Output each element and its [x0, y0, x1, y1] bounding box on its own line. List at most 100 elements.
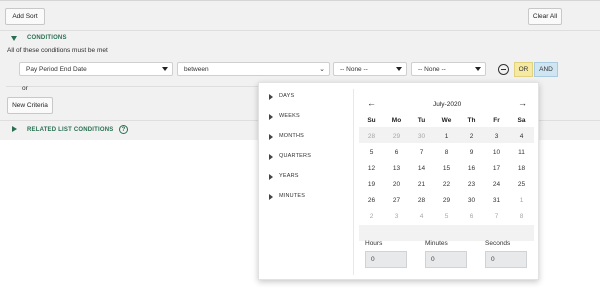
and-button[interactable]: AND: [534, 62, 558, 77]
calendar-day[interactable]: 23: [459, 177, 484, 193]
calendar-day[interactable]: 13: [384, 161, 409, 177]
calendar-day[interactable]: 26: [359, 193, 384, 209]
unit-label: MONTHS: [279, 133, 305, 139]
caret-down-icon: [475, 67, 481, 71]
calendar-day[interactable]: 2: [459, 129, 484, 145]
calendar-day[interactable]: 9: [459, 145, 484, 161]
calendar-day[interactable]: 3: [484, 129, 509, 145]
top-border: [0, 0, 600, 1]
calendar-day[interactable]: 8: [509, 209, 534, 225]
unit-label: WEEKS: [279, 113, 300, 119]
calendar-day[interactable]: 29: [384, 129, 409, 145]
calendar-day[interactable]: 29: [434, 193, 459, 209]
related-list-conditions-title: RELATED LIST CONDITIONS: [27, 127, 114, 133]
calendar-day[interactable]: 19: [359, 177, 384, 193]
conditions-title: CONDITIONS: [27, 35, 67, 41]
calendar-day[interactable]: 18: [509, 161, 534, 177]
weekday-label: Tu: [417, 117, 426, 124]
seconds-label: Seconds: [485, 240, 511, 247]
clear-all-button[interactable]: Clear All: [528, 8, 562, 25]
calendar-day[interactable]: 10: [484, 145, 509, 161]
weekday-label: Th: [467, 117, 476, 124]
calendar-day[interactable]: 17: [484, 161, 509, 177]
calendar-day[interactable]: 11: [509, 145, 534, 161]
related-expand-icon[interactable]: [12, 126, 17, 132]
minutes-input[interactable]: 0: [425, 251, 467, 268]
caret-down-icon: [162, 67, 168, 71]
calendar-day[interactable]: 6: [459, 209, 484, 225]
weekday-label: Su: [367, 117, 376, 124]
remove-condition-icon[interactable]: [498, 64, 509, 75]
or-button[interactable]: OR: [514, 62, 533, 77]
add-sort-button[interactable]: Add Sort: [5, 8, 45, 25]
unit-label: DAYS: [279, 93, 295, 99]
prev-month-icon[interactable]: ←: [367, 99, 376, 108]
operator-select[interactable]: between ⌄: [177, 62, 330, 76]
calendar-day[interactable]: 8: [434, 145, 459, 161]
value-start-select-value: -- None --: [340, 65, 368, 73]
popup-divider: [353, 89, 354, 275]
weekday-label: Fr: [493, 117, 500, 124]
field-select-value: Pay Period End Date: [26, 65, 87, 73]
next-month-icon[interactable]: →: [518, 99, 527, 108]
calendar-day[interactable]: 4: [409, 209, 434, 225]
unit-label: MINUTES: [279, 193, 306, 199]
expand-arrow-icon: [269, 193, 273, 200]
calendar-day[interactable]: 6: [384, 145, 409, 161]
calendar-day[interactable]: 2: [359, 209, 384, 225]
seconds-input[interactable]: 0: [485, 251, 527, 268]
or-divider-line: [6, 86, 259, 87]
calendar-day[interactable]: 28: [359, 129, 384, 145]
weekday-label: We: [441, 117, 452, 124]
calendar-day[interactable]: 30: [459, 193, 484, 209]
calendar-day[interactable]: 14: [409, 161, 434, 177]
help-icon[interactable]: ?: [119, 125, 128, 134]
weekday-label: Mo: [391, 117, 402, 124]
calendar-day[interactable]: 15: [434, 161, 459, 177]
unit-label: YEARS: [279, 173, 299, 179]
calendar-day[interactable]: 25: [509, 177, 534, 193]
expand-arrow-icon: [269, 173, 273, 180]
chevron-down-icon: ⌄: [319, 66, 325, 73]
calendar-day[interactable]: 12: [359, 161, 384, 177]
calendar-day[interactable]: 1: [509, 193, 534, 209]
calendar-day[interactable]: 30: [409, 129, 434, 145]
minutes-label: Minutes: [425, 240, 448, 247]
calendar-day[interactable]: 7: [409, 145, 434, 161]
expand-arrow-icon: [269, 133, 273, 140]
calendar-day[interactable]: 28: [409, 193, 434, 209]
unit-label: QUARTERS: [279, 153, 312, 159]
weekday-label: Sa: [517, 117, 526, 124]
operator-select-value: between: [184, 65, 209, 73]
value-end-select-value: -- None --: [418, 65, 446, 73]
conditions-collapse-icon[interactable]: [11, 36, 17, 41]
calendar-day[interactable]: 5: [434, 209, 459, 225]
calendar-day[interactable]: 22: [434, 177, 459, 193]
expand-arrow-icon: [269, 93, 273, 100]
calendar-day[interactable]: 31: [484, 193, 509, 209]
month-year-label: July-2020: [433, 101, 462, 108]
calendar-day[interactable]: 4: [509, 129, 534, 145]
calendar-day[interactable]: 21: [409, 177, 434, 193]
calendar-day[interactable]: 27: [384, 193, 409, 209]
calendar-day[interactable]: 24: [484, 177, 509, 193]
date-picker-popup: DAYS WEEKS MONTHS QUARTERS YEARS MINUTES…: [258, 82, 539, 280]
expand-arrow-icon: [269, 113, 273, 120]
week-highlight: [359, 225, 534, 241]
caret-down-icon: [396, 67, 402, 71]
expand-arrow-icon: [269, 153, 273, 160]
field-select[interactable]: Pay Period End Date: [19, 62, 173, 76]
calendar-day[interactable]: 3: [384, 209, 409, 225]
calendar-day[interactable]: 7: [484, 209, 509, 225]
calendar-day[interactable]: 5: [359, 145, 384, 161]
divider: [0, 30, 600, 31]
value-start-select[interactable]: -- None --: [333, 62, 407, 76]
calendar-day[interactable]: 1: [434, 129, 459, 145]
hours-label: Hours: [365, 240, 383, 247]
calendar-day[interactable]: 16: [459, 161, 484, 177]
new-criteria-button[interactable]: New Criteria: [7, 97, 53, 114]
value-end-select[interactable]: -- None --: [411, 62, 486, 76]
calendar-day[interactable]: 20: [384, 177, 409, 193]
hours-input[interactable]: 0: [365, 251, 407, 268]
conditions-subtitle: All of these conditions must be met: [7, 47, 108, 54]
